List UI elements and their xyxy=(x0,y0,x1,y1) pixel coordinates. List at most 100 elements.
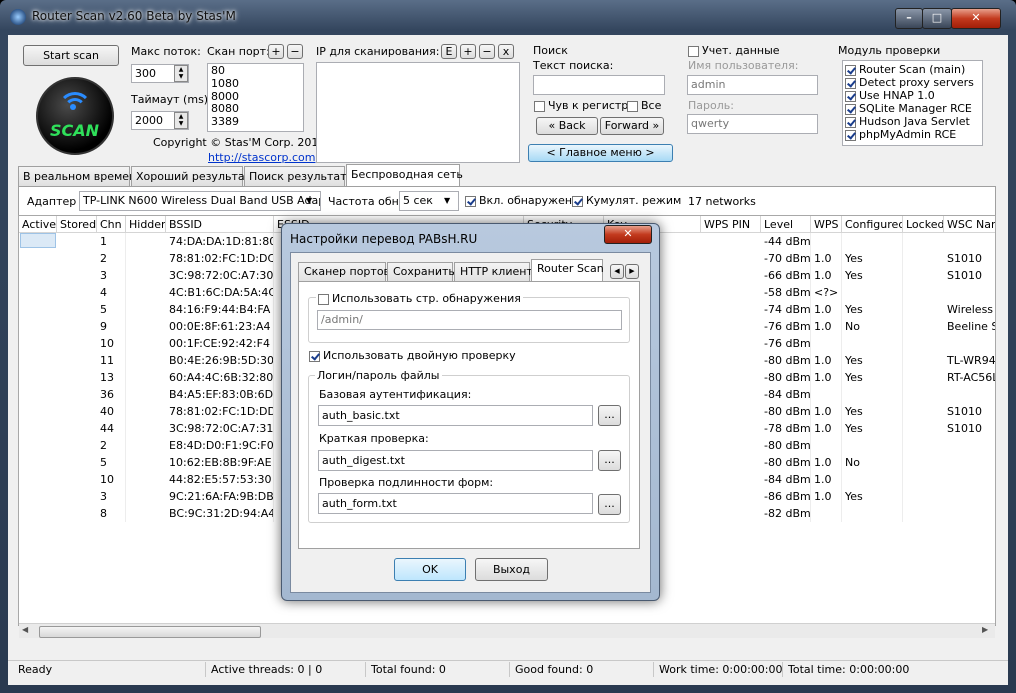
cell-chn: 3 xyxy=(97,488,126,505)
module-check[interactable] xyxy=(845,77,856,89)
ip-clear-button[interactable]: x xyxy=(498,44,514,59)
use-detect-page-check[interactable] xyxy=(318,293,329,305)
digest-auth-input[interactable]: auth_digest.txt xyxy=(318,450,593,471)
forward-button[interactable]: Forward » xyxy=(600,117,664,135)
timeout-spinner[interactable]: ▲ ▼ xyxy=(174,112,188,129)
module-item-hudson[interactable]: Hudson Java Servlet xyxy=(845,115,980,128)
col-header-chn[interactable]: Chn xyxy=(97,216,126,233)
case-sensitive-checkbox[interactable]: Чув к регистр xyxy=(534,99,628,112)
start-scan-button[interactable]: Start scan xyxy=(23,45,119,66)
col-header-level[interactable]: Level xyxy=(761,216,811,233)
double-check-checkbox[interactable]: Использовать двойную проверку xyxy=(309,349,516,362)
cell-wps xyxy=(811,386,842,403)
double-check-check[interactable] xyxy=(309,350,320,362)
dialog-close-button[interactable]: ✕ xyxy=(604,225,652,244)
port-item[interactable]: 1080 xyxy=(211,77,300,91)
ip-edit-button[interactable]: E xyxy=(441,44,457,59)
cell-bssid: 3C:98:72:0C:A7:30 xyxy=(166,267,274,284)
chevron-down-icon[interactable]: ▼ xyxy=(444,196,450,205)
close-button[interactable]: ✕ xyxy=(951,8,1001,29)
module-item-sqlite[interactable]: SQLite Manager RCE xyxy=(845,102,980,115)
module-check[interactable] xyxy=(845,90,856,102)
tab-search-results[interactable]: Поиск результата xyxy=(244,166,353,186)
dialog-tab-router-scan[interactable]: Router Scan xyxy=(531,259,604,282)
cumulative-check[interactable] xyxy=(572,195,583,207)
search-all-checkbox[interactable]: Все xyxy=(627,99,661,112)
module-item-hnap[interactable]: Use HNAP 1.0 xyxy=(845,89,980,102)
add-port-button[interactable]: + xyxy=(268,44,284,59)
modules-list[interactable]: Router Scan (main) Detect proxy servers … xyxy=(842,60,983,146)
tab-realtime[interactable]: В реальном времени xyxy=(18,166,143,186)
col-header-bssid[interactable]: BSSID xyxy=(166,216,274,233)
detect-enabled-check[interactable] xyxy=(465,195,476,207)
detect-enabled-checkbox[interactable]: Вкл. обнаружен. xyxy=(465,194,576,207)
scrollbar-thumb[interactable] xyxy=(39,626,261,638)
ip-remove-button[interactable]: − xyxy=(479,44,495,59)
port-item[interactable]: 3389 xyxy=(211,115,300,129)
tab-scroll-right-icon[interactable]: ▶ xyxy=(625,264,639,279)
cell-wps: 1.0 xyxy=(811,471,842,488)
use-detect-page-checkbox[interactable]: Использовать стр. обнаружения xyxy=(316,292,523,305)
col-header-wps-pin[interactable]: WPS PIN xyxy=(701,216,761,233)
scroll-right-icon[interactable]: ▶ xyxy=(982,625,988,634)
cumulative-checkbox[interactable]: Кумулят. режим xyxy=(572,194,681,207)
case-sensitive-check[interactable] xyxy=(534,100,545,112)
col-header-locked[interactable]: Locked xyxy=(903,216,944,233)
col-header-configured[interactable]: Configured xyxy=(842,216,903,233)
port-item[interactable]: 80 xyxy=(211,64,300,78)
module-check[interactable] xyxy=(845,64,856,76)
detect-page-input[interactable]: /admin/ xyxy=(317,310,622,330)
module-item-phpmyadmin[interactable]: phpMyAdmin RCE xyxy=(845,128,980,141)
module-item-router-scan[interactable]: Router Scan (main) xyxy=(845,63,980,76)
horizontal-scrollbar[interactable]: ◀ ▶ xyxy=(19,623,995,638)
dialog-tab-http-client[interactable]: HTTP клиент xyxy=(454,262,533,281)
form-auth-input[interactable]: auth_form.txt xyxy=(318,493,593,514)
col-header-wsc-name[interactable]: WSC Nam xyxy=(944,216,995,233)
module-check[interactable] xyxy=(845,103,856,115)
dialog-tab-save[interactable]: Сохранить xyxy=(387,262,455,281)
exit-button[interactable]: Выход xyxy=(475,558,548,581)
max-threads-spinner[interactable]: ▲ ▼ xyxy=(174,65,188,82)
refresh-rate-value: 5 сек xyxy=(403,194,433,207)
adapter-select[interactable]: TP-LINK N600 Wireless Dual Band USB Adap… xyxy=(79,191,321,211)
password-input[interactable]: qwerty xyxy=(687,114,818,134)
form-auth-browse-button[interactable]: ... xyxy=(598,494,621,515)
module-item-detect-proxy[interactable]: Detect proxy servers xyxy=(845,76,980,89)
remove-port-button[interactable]: − xyxy=(287,44,303,59)
tab-good-results[interactable]: Хороший результат xyxy=(131,166,251,186)
col-header-hidden[interactable]: Hidden xyxy=(126,216,166,233)
main-menu-button[interactable]: < Главное меню > xyxy=(528,144,673,162)
tab-wireless[interactable]: Беспроводная сеть xyxy=(346,164,463,187)
search-text-input[interactable] xyxy=(533,75,665,95)
ip-add-button[interactable]: + xyxy=(460,44,476,59)
search-all-check[interactable] xyxy=(627,100,638,112)
col-header-wps[interactable]: WPS xyxy=(811,216,842,233)
credentials-check[interactable] xyxy=(688,45,699,57)
module-check[interactable] xyxy=(845,129,856,141)
cell-wsc-name xyxy=(944,454,995,471)
col-header-stored[interactable]: Stored xyxy=(57,216,97,233)
module-check[interactable] xyxy=(845,116,856,128)
cell-bssid: 60:A4:4C:6B:32:80 xyxy=(166,369,274,386)
dialog-tab-port-scanner[interactable]: Сканер портов xyxy=(298,262,390,281)
basic-auth-browse-button[interactable]: ... xyxy=(598,405,621,426)
cell-bssid: 44:82:E5:57:53:30 xyxy=(166,471,274,488)
col-header-active[interactable]: Active xyxy=(19,216,57,233)
ok-button[interactable]: OK xyxy=(394,558,466,581)
ip-range-list[interactable] xyxy=(316,62,520,163)
tab-scroll-left-icon[interactable]: ◀ xyxy=(610,264,624,279)
website-link[interactable]: http://stascorp.com xyxy=(208,151,316,164)
minimize-button[interactable]: – xyxy=(895,8,923,29)
digest-auth-label: Краткая проверка: xyxy=(319,432,429,445)
maximize-button[interactable]: □ xyxy=(922,8,952,29)
credentials-checkbox[interactable]: Учет. данные xyxy=(688,44,780,57)
ports-list[interactable]: 80 1080 8000 8080 3389 xyxy=(207,63,304,132)
scroll-left-icon[interactable]: ◀ xyxy=(22,625,28,634)
basic-auth-input[interactable]: auth_basic.txt xyxy=(318,405,593,426)
username-input[interactable]: admin xyxy=(687,75,818,95)
scan-ports-label: Скан порт: xyxy=(207,45,270,58)
back-button[interactable]: « Back xyxy=(536,117,598,135)
digest-auth-browse-button[interactable]: ... xyxy=(598,450,621,471)
cell-level: -76 dBm xyxy=(761,335,811,352)
chevron-down-icon[interactable]: ▼ xyxy=(306,196,312,205)
